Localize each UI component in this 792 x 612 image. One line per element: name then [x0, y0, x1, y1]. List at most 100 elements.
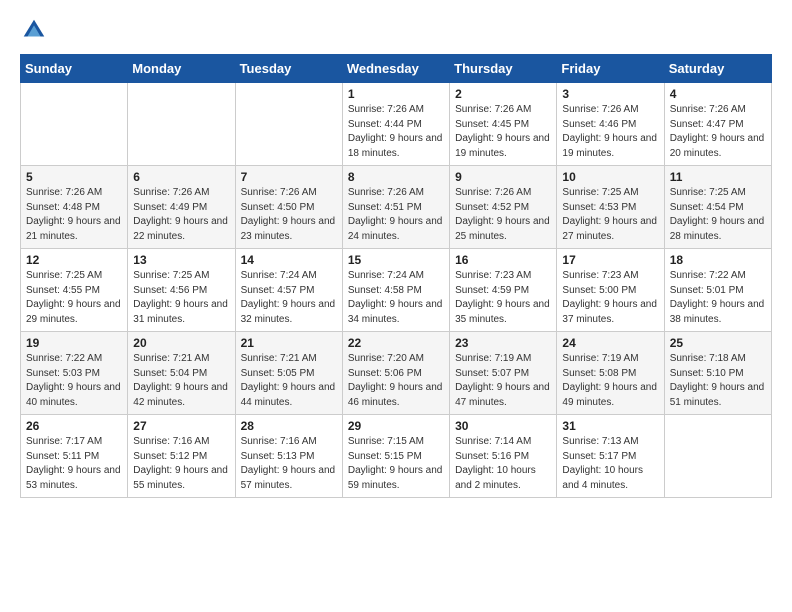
day-cell: 13 Sunrise: 7:25 AMSunset: 4:56 PMDayligh… — [128, 249, 235, 332]
day-number: 18 — [670, 253, 766, 267]
weekday-tuesday: Tuesday — [235, 55, 342, 83]
day-number: 22 — [348, 336, 444, 350]
day-number: 2 — [455, 87, 551, 101]
day-cell: 24 Sunrise: 7:19 AMSunset: 5:08 PMDayligh… — [557, 332, 664, 415]
page: SundayMondayTuesdayWednesdayThursdayFrid… — [0, 0, 792, 514]
day-info: Sunrise: 7:22 AMSunset: 5:03 PMDaylight:… — [26, 352, 122, 410]
day-number: 20 — [133, 336, 229, 350]
day-number: 26 — [26, 419, 122, 433]
day-cell: 23 Sunrise: 7:19 AMSunset: 5:07 PMDayligh… — [450, 332, 557, 415]
day-number: 8 — [348, 170, 444, 184]
day-number: 17 — [562, 253, 658, 267]
day-cell: 18 Sunrise: 7:22 AMSunset: 5:01 PMDayligh… — [664, 249, 771, 332]
day-cell: 5Sunrise: 7:26 AMSunset: 4:48 PMDaylight… — [21, 166, 128, 249]
day-info: Sunrise: 7:25 AMSunset: 4:56 PMDaylight:… — [133, 269, 229, 327]
day-number: 23 — [455, 336, 551, 350]
day-cell: 19 Sunrise: 7:22 AMSunset: 5:03 PMDayligh… — [21, 332, 128, 415]
day-cell: 31Sunrise: 7:13 AMSunset: 5:17 PMDayligh… — [557, 415, 664, 498]
day-cell: 1 Sunrise: 7:26 AMSunset: 4:44 PMDaylight… — [342, 83, 449, 166]
day-cell — [21, 83, 128, 166]
day-number: 27 — [133, 419, 229, 433]
day-info: Sunrise: 7:14 AMSunset: 5:16 PMDaylight:… — [455, 435, 551, 493]
day-cell: 8Sunrise: 7:26 AMSunset: 4:51 PMDaylight… — [342, 166, 449, 249]
day-info: Sunrise: 7:26 AMSunset: 4:52 PMDaylight:… — [455, 186, 551, 244]
day-cell: 17 Sunrise: 7:23 AMSunset: 5:00 PMDayligh… — [557, 249, 664, 332]
day-info: Sunrise: 7:22 AMSunset: 5:01 PMDaylight:… — [670, 269, 766, 327]
day-info: Sunrise: 7:23 AMSunset: 5:00 PMDaylight:… — [562, 269, 658, 327]
day-cell: 20Sunrise: 7:21 AMSunset: 5:04 PMDayligh… — [128, 332, 235, 415]
day-info: Sunrise: 7:16 AMSunset: 5:12 PMDaylight:… — [133, 435, 229, 493]
day-info: Sunrise: 7:25 AMSunset: 4:53 PMDaylight:… — [562, 186, 658, 244]
day-cell: 9 Sunrise: 7:26 AMSunset: 4:52 PMDaylight… — [450, 166, 557, 249]
day-number: 24 — [562, 336, 658, 350]
weekday-friday: Friday — [557, 55, 664, 83]
day-cell: 2 Sunrise: 7:26 AMSunset: 4:45 PMDaylight… — [450, 83, 557, 166]
day-info: Sunrise: 7:26 AMSunset: 4:44 PMDaylight:… — [348, 103, 444, 161]
day-cell: 27 Sunrise: 7:16 AMSunset: 5:12 PMDayligh… — [128, 415, 235, 498]
day-number: 10 — [562, 170, 658, 184]
day-info: Sunrise: 7:18 AMSunset: 5:10 PMDaylight:… — [670, 352, 766, 410]
day-number: 12 — [26, 253, 122, 267]
day-cell: 11 Sunrise: 7:25 AMSunset: 4:54 PMDayligh… — [664, 166, 771, 249]
weekday-monday: Monday — [128, 55, 235, 83]
day-info: Sunrise: 7:23 AMSunset: 4:59 PMDaylight:… — [455, 269, 551, 327]
day-cell: 4 Sunrise: 7:26 AMSunset: 4:47 PMDaylight… — [664, 83, 771, 166]
day-number: 19 — [26, 336, 122, 350]
week-row-5: 26Sunrise: 7:17 AMSunset: 5:11 PMDayligh… — [21, 415, 772, 498]
weekday-header-row: SundayMondayTuesdayWednesdayThursdayFrid… — [21, 55, 772, 83]
week-row-4: 19 Sunrise: 7:22 AMSunset: 5:03 PMDayligh… — [21, 332, 772, 415]
day-cell: 22 Sunrise: 7:20 AMSunset: 5:06 PMDayligh… — [342, 332, 449, 415]
logo — [20, 16, 52, 44]
day-number: 7 — [241, 170, 337, 184]
header — [20, 16, 772, 44]
day-cell: 29Sunrise: 7:15 AMSunset: 5:15 PMDayligh… — [342, 415, 449, 498]
day-info: Sunrise: 7:26 AMSunset: 4:49 PMDaylight:… — [133, 186, 229, 244]
day-cell: 25 Sunrise: 7:18 AMSunset: 5:10 PMDayligh… — [664, 332, 771, 415]
day-number: 1 — [348, 87, 444, 101]
day-number: 14 — [241, 253, 337, 267]
day-number: 25 — [670, 336, 766, 350]
day-info: Sunrise: 7:26 AMSunset: 4:50 PMDaylight:… — [241, 186, 337, 244]
day-cell: 16 Sunrise: 7:23 AMSunset: 4:59 PMDayligh… — [450, 249, 557, 332]
day-info: Sunrise: 7:25 AMSunset: 4:54 PMDaylight:… — [670, 186, 766, 244]
week-row-2: 5Sunrise: 7:26 AMSunset: 4:48 PMDaylight… — [21, 166, 772, 249]
day-number: 28 — [241, 419, 337, 433]
weekday-thursday: Thursday — [450, 55, 557, 83]
day-cell: 3 Sunrise: 7:26 AMSunset: 4:46 PMDaylight… — [557, 83, 664, 166]
day-cell: 30 Sunrise: 7:14 AMSunset: 5:16 PMDayligh… — [450, 415, 557, 498]
weekday-saturday: Saturday — [664, 55, 771, 83]
week-row-3: 12Sunrise: 7:25 AMSunset: 4:55 PMDayligh… — [21, 249, 772, 332]
day-number: 11 — [670, 170, 766, 184]
day-number: 30 — [455, 419, 551, 433]
day-info: Sunrise: 7:20 AMSunset: 5:06 PMDaylight:… — [348, 352, 444, 410]
day-cell: 7 Sunrise: 7:26 AMSunset: 4:50 PMDaylight… — [235, 166, 342, 249]
day-info: Sunrise: 7:19 AMSunset: 5:08 PMDaylight:… — [562, 352, 658, 410]
day-cell — [128, 83, 235, 166]
logo-icon — [20, 16, 48, 44]
day-info: Sunrise: 7:21 AMSunset: 5:05 PMDaylight:… — [241, 352, 337, 410]
day-cell: 14 Sunrise: 7:24 AMSunset: 4:57 PMDayligh… — [235, 249, 342, 332]
day-info: Sunrise: 7:16 AMSunset: 5:13 PMDaylight:… — [241, 435, 337, 493]
day-number: 13 — [133, 253, 229, 267]
day-number: 16 — [455, 253, 551, 267]
day-cell — [664, 415, 771, 498]
day-info: Sunrise: 7:24 AMSunset: 4:57 PMDaylight:… — [241, 269, 337, 327]
day-cell: 12Sunrise: 7:25 AMSunset: 4:55 PMDayligh… — [21, 249, 128, 332]
day-info: Sunrise: 7:26 AMSunset: 4:47 PMDaylight:… — [670, 103, 766, 161]
day-info: Sunrise: 7:26 AMSunset: 4:46 PMDaylight:… — [562, 103, 658, 161]
day-info: Sunrise: 7:26 AMSunset: 4:45 PMDaylight:… — [455, 103, 551, 161]
day-number: 3 — [562, 87, 658, 101]
day-cell: 28 Sunrise: 7:16 AMSunset: 5:13 PMDayligh… — [235, 415, 342, 498]
day-info: Sunrise: 7:24 AMSunset: 4:58 PMDaylight:… — [348, 269, 444, 327]
weekday-wednesday: Wednesday — [342, 55, 449, 83]
day-info: Sunrise: 7:19 AMSunset: 5:07 PMDaylight:… — [455, 352, 551, 410]
day-cell: 6Sunrise: 7:26 AMSunset: 4:49 PMDaylight… — [128, 166, 235, 249]
day-info: Sunrise: 7:13 AMSunset: 5:17 PMDaylight:… — [562, 435, 658, 493]
day-number: 4 — [670, 87, 766, 101]
day-info: Sunrise: 7:26 AMSunset: 4:48 PMDaylight:… — [26, 186, 122, 244]
week-row-1: 1 Sunrise: 7:26 AMSunset: 4:44 PMDaylight… — [21, 83, 772, 166]
day-number: 29 — [348, 419, 444, 433]
day-number: 9 — [455, 170, 551, 184]
day-cell: 10 Sunrise: 7:25 AMSunset: 4:53 PMDayligh… — [557, 166, 664, 249]
day-cell: 26Sunrise: 7:17 AMSunset: 5:11 PMDayligh… — [21, 415, 128, 498]
